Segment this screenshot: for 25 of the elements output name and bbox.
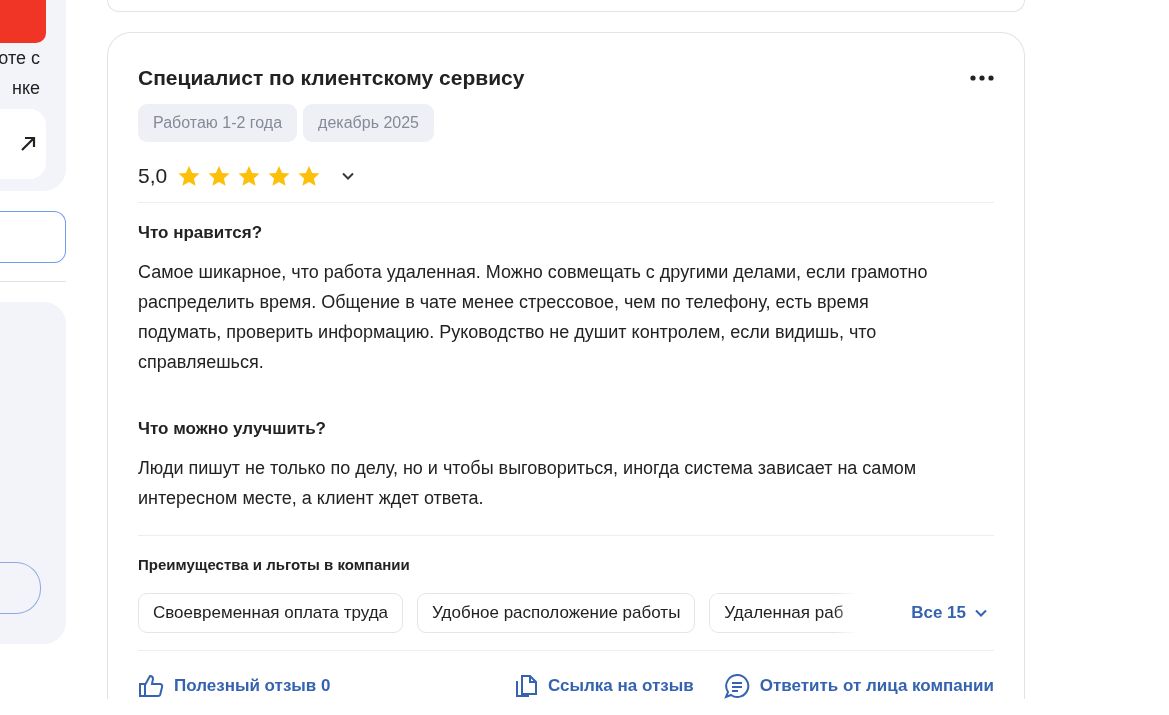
message-icon [723,673,750,699]
benefit-chip: Удобное расположение работы [417,593,696,633]
link-button[interactable] [0,109,46,179]
action-link[interactable]: Полезный отзыв 0 [138,674,331,698]
review-text: Люди пишут не только по делу, но и чтобы выговориться, иногда система зависает на самом интересном месте, а клиент ждет ответа. [138,457,918,510]
section-heading: Что нравится? [138,223,264,243]
review-text: Самое шикарное, что работа удаленная. Можно совмещать с другими делами, если грамотно распределить время. Общение в чате менее стрессовое, чем по телефону, есть время подумать, проверить информацию. Руководство не душит контролем, если видишь, что справляешься. [138,261,929,374]
thumbs-up-icon [138,674,164,698]
action-link[interactable]: Ответить от лица компании [723,673,994,699]
action-link[interactable]: Ссылка на отзыв [514,674,694,698]
rating-value: 5,0 [138,164,168,188]
promo-text: оте с [0,47,40,70]
tag: декабрь 2025 [303,104,434,142]
arrow-up-right-icon [20,136,36,152]
review-title: Специалист по клиентскому сервису [138,66,525,90]
section-heading: Что можно улучшить? [138,419,327,439]
benefits-heading: Преимущества и льготы в компании [138,556,411,573]
promo-text: нке [11,77,40,100]
copy-icon [514,674,539,698]
more-icon[interactable] [970,75,994,81]
show-all-button[interactable]: Все 15 [911,603,994,623]
promo-banner [0,0,46,43]
tag: Работаю 1-2 года [138,104,298,142]
input-field[interactable] [0,211,66,263]
benefit-chip: Своевременная оплата труда [138,593,404,633]
